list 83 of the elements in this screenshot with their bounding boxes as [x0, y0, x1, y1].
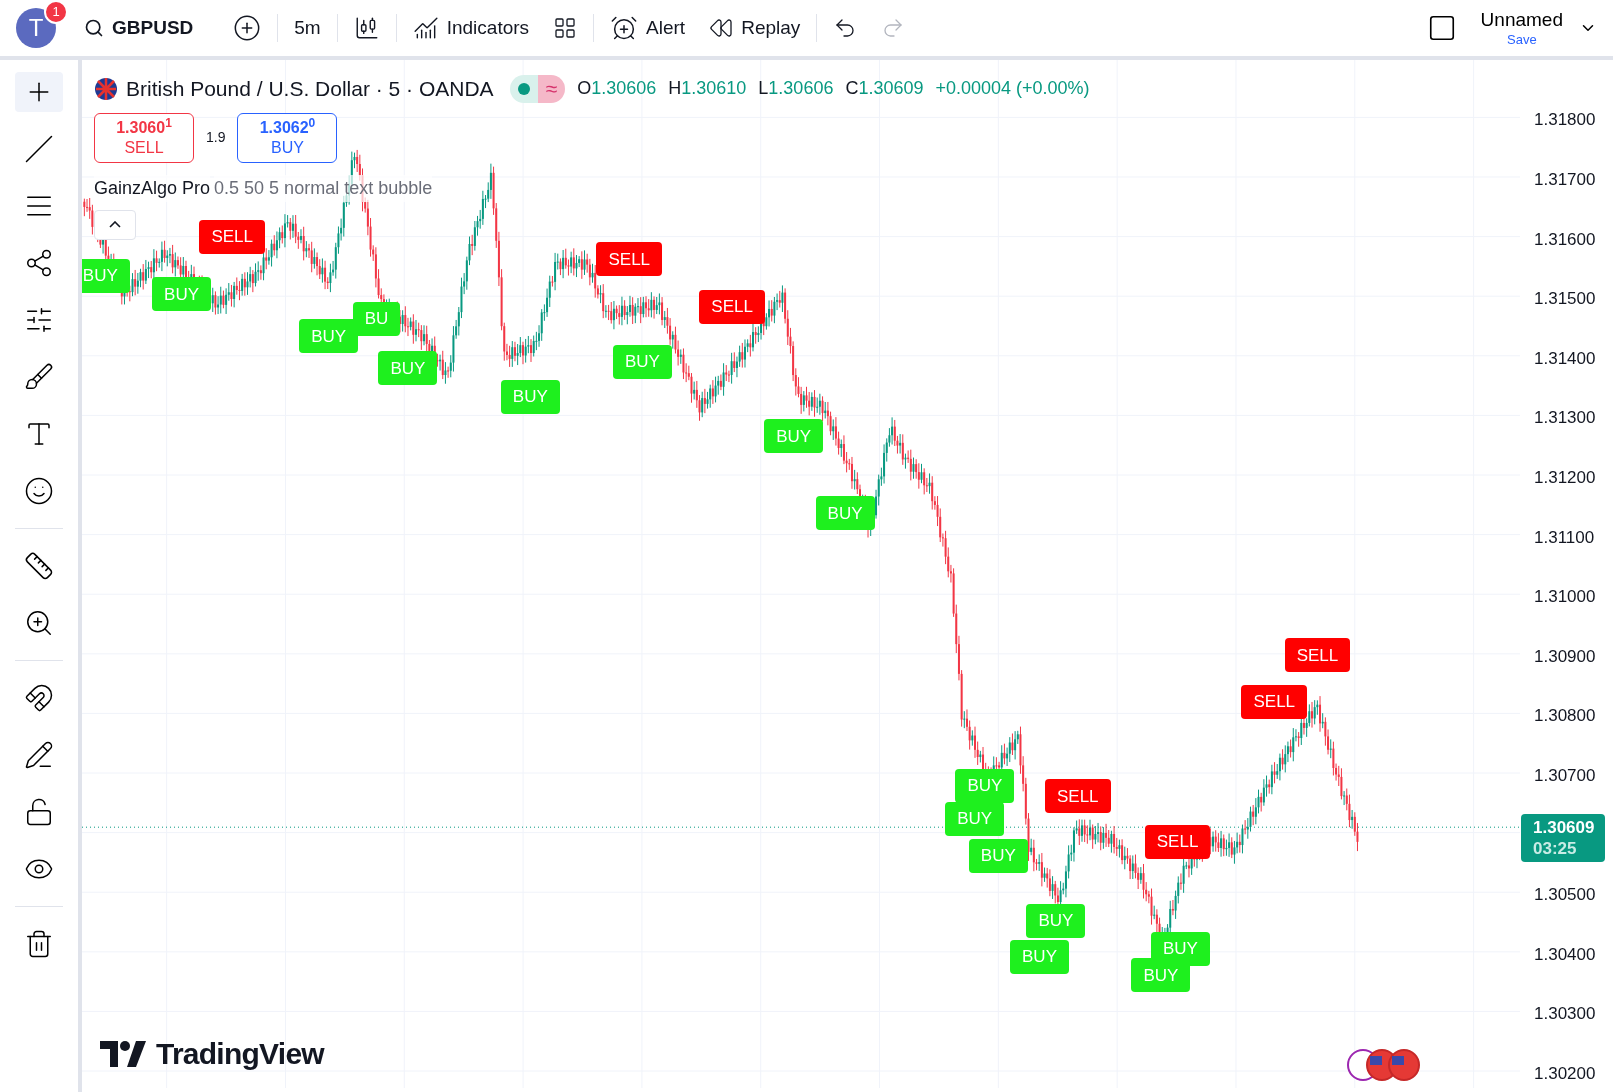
indicators-button[interactable]: Indicators	[404, 8, 538, 48]
trend-line-icon	[24, 134, 54, 164]
pencil-icon	[24, 740, 54, 770]
price-label: 1.31000	[1534, 586, 1596, 609]
price-label: 1.31600	[1534, 228, 1596, 251]
chevron-up-icon	[109, 221, 121, 228]
unlock-icon	[24, 797, 54, 827]
price-label: 1.30400	[1534, 943, 1596, 966]
price-label: 1.30800	[1534, 705, 1596, 728]
buy-signal-label: BUY	[764, 419, 824, 454]
price-label: 1.31800	[1534, 109, 1596, 132]
sell-signal-label: SELL	[1241, 684, 1308, 719]
smiley-icon	[24, 476, 54, 506]
symbol-search[interactable]: GBPUSD	[76, 8, 202, 48]
sell-signal-label: SELL	[699, 289, 765, 324]
layout-name[interactable]: Unnamed	[1480, 8, 1563, 32]
price-label: 1.30200	[1534, 1063, 1596, 1086]
brush-icon	[24, 362, 54, 392]
buy-signal-label: BUY	[815, 496, 875, 531]
price-label: 1.31100	[1534, 526, 1595, 549]
alert-button[interactable]: Alert	[602, 8, 694, 48]
price-label: 1.31500	[1534, 288, 1596, 311]
price-label: 1.31700	[1534, 169, 1596, 191]
grid-icon	[553, 16, 578, 40]
delayed-indicator: ≈	[537, 74, 566, 103]
bar-countdown: 03:25	[1533, 837, 1578, 860]
trash-icon	[24, 929, 54, 959]
buy-signal-label: BUY	[968, 839, 1028, 873]
save-link[interactable]: Save	[1507, 31, 1537, 48]
buy-button[interactable]: 1.3062$^{0}$ BUY	[237, 112, 338, 163]
buy-signal-label: BUY	[1010, 939, 1069, 974]
price-change: +0.00004 (+0.00%)	[935, 77, 1090, 101]
logo-icon	[100, 1040, 148, 1067]
ohlc-value: H1.30610	[668, 77, 747, 101]
buy-signal-label: BUY	[612, 345, 672, 380]
notification-badge: 1	[44, 0, 68, 24]
price-label: 1.31400	[1534, 347, 1596, 370]
sell-signal-label: SELL	[199, 219, 265, 254]
ohlc-value: O1.30606	[577, 77, 657, 101]
interval-button[interactable]: 5m	[286, 8, 329, 48]
price-label: 1.31300	[1534, 407, 1596, 430]
price-label: 1.30700	[1534, 765, 1596, 787]
ruler-icon	[24, 551, 54, 581]
spread-value: 1.9	[206, 128, 226, 147]
buy-signal-label: BU	[352, 302, 401, 336]
zoom-in-icon	[24, 608, 54, 638]
sell-signal-label: SELL	[1144, 824, 1211, 859]
buy-signal-label: BUY	[955, 769, 1015, 804]
buy-signal-label: BUY	[299, 319, 359, 354]
add-icon	[233, 14, 262, 42]
sell-signal-label: SELL	[596, 242, 663, 277]
sell-signal-label: SELL	[1284, 638, 1351, 673]
sell-button[interactable]: 1.3060$^{1}$ SELL	[94, 112, 194, 163]
last-price: 1.30609	[1533, 816, 1596, 838]
flags-icon	[1346, 1048, 1422, 1082]
buy-signal-label: BUY	[945, 801, 1005, 836]
pattern-icon	[24, 248, 54, 278]
buy-signal-label: BUY	[1131, 958, 1191, 993]
indicator-params: 0.5 50 5 normal text bubble	[214, 174, 433, 202]
ohlc-value: L1.30606	[758, 77, 834, 101]
logo-text: TradingView	[156, 1036, 324, 1072]
flag-icon	[94, 76, 118, 101]
chart-icon	[412, 15, 439, 41]
buy-signal-label: BUY	[500, 380, 560, 415]
symbol-title: British Pound / U.S. Dollar · 5 · OANDA	[126, 76, 494, 102]
price-label: 1.31200	[1534, 467, 1596, 489]
indicator-name: GainzAlgo Pro	[94, 174, 211, 202]
rewind-icon	[709, 16, 734, 40]
buy-signal-label: BUY	[152, 277, 212, 312]
crosshair-tool[interactable]	[15, 72, 63, 112]
replay-button[interactable]: Replay	[701, 8, 809, 48]
search-icon	[84, 18, 104, 38]
price-label: 1.30300	[1534, 1003, 1596, 1026]
buy-signal-label: BUY	[378, 351, 438, 386]
magnet-icon	[24, 683, 54, 713]
buy-signal-label: BUY	[1026, 903, 1086, 938]
price-label: 1.30500	[1534, 884, 1596, 907]
price-label: 1.30900	[1534, 645, 1596, 668]
ohlc-value: C1.30609	[845, 77, 924, 101]
alarm-icon	[610, 14, 639, 42]
buy-signal-label: BUY	[82, 258, 130, 293]
sell-signal-label: SELL	[1045, 779, 1111, 814]
collapse-button[interactable]	[94, 209, 136, 240]
